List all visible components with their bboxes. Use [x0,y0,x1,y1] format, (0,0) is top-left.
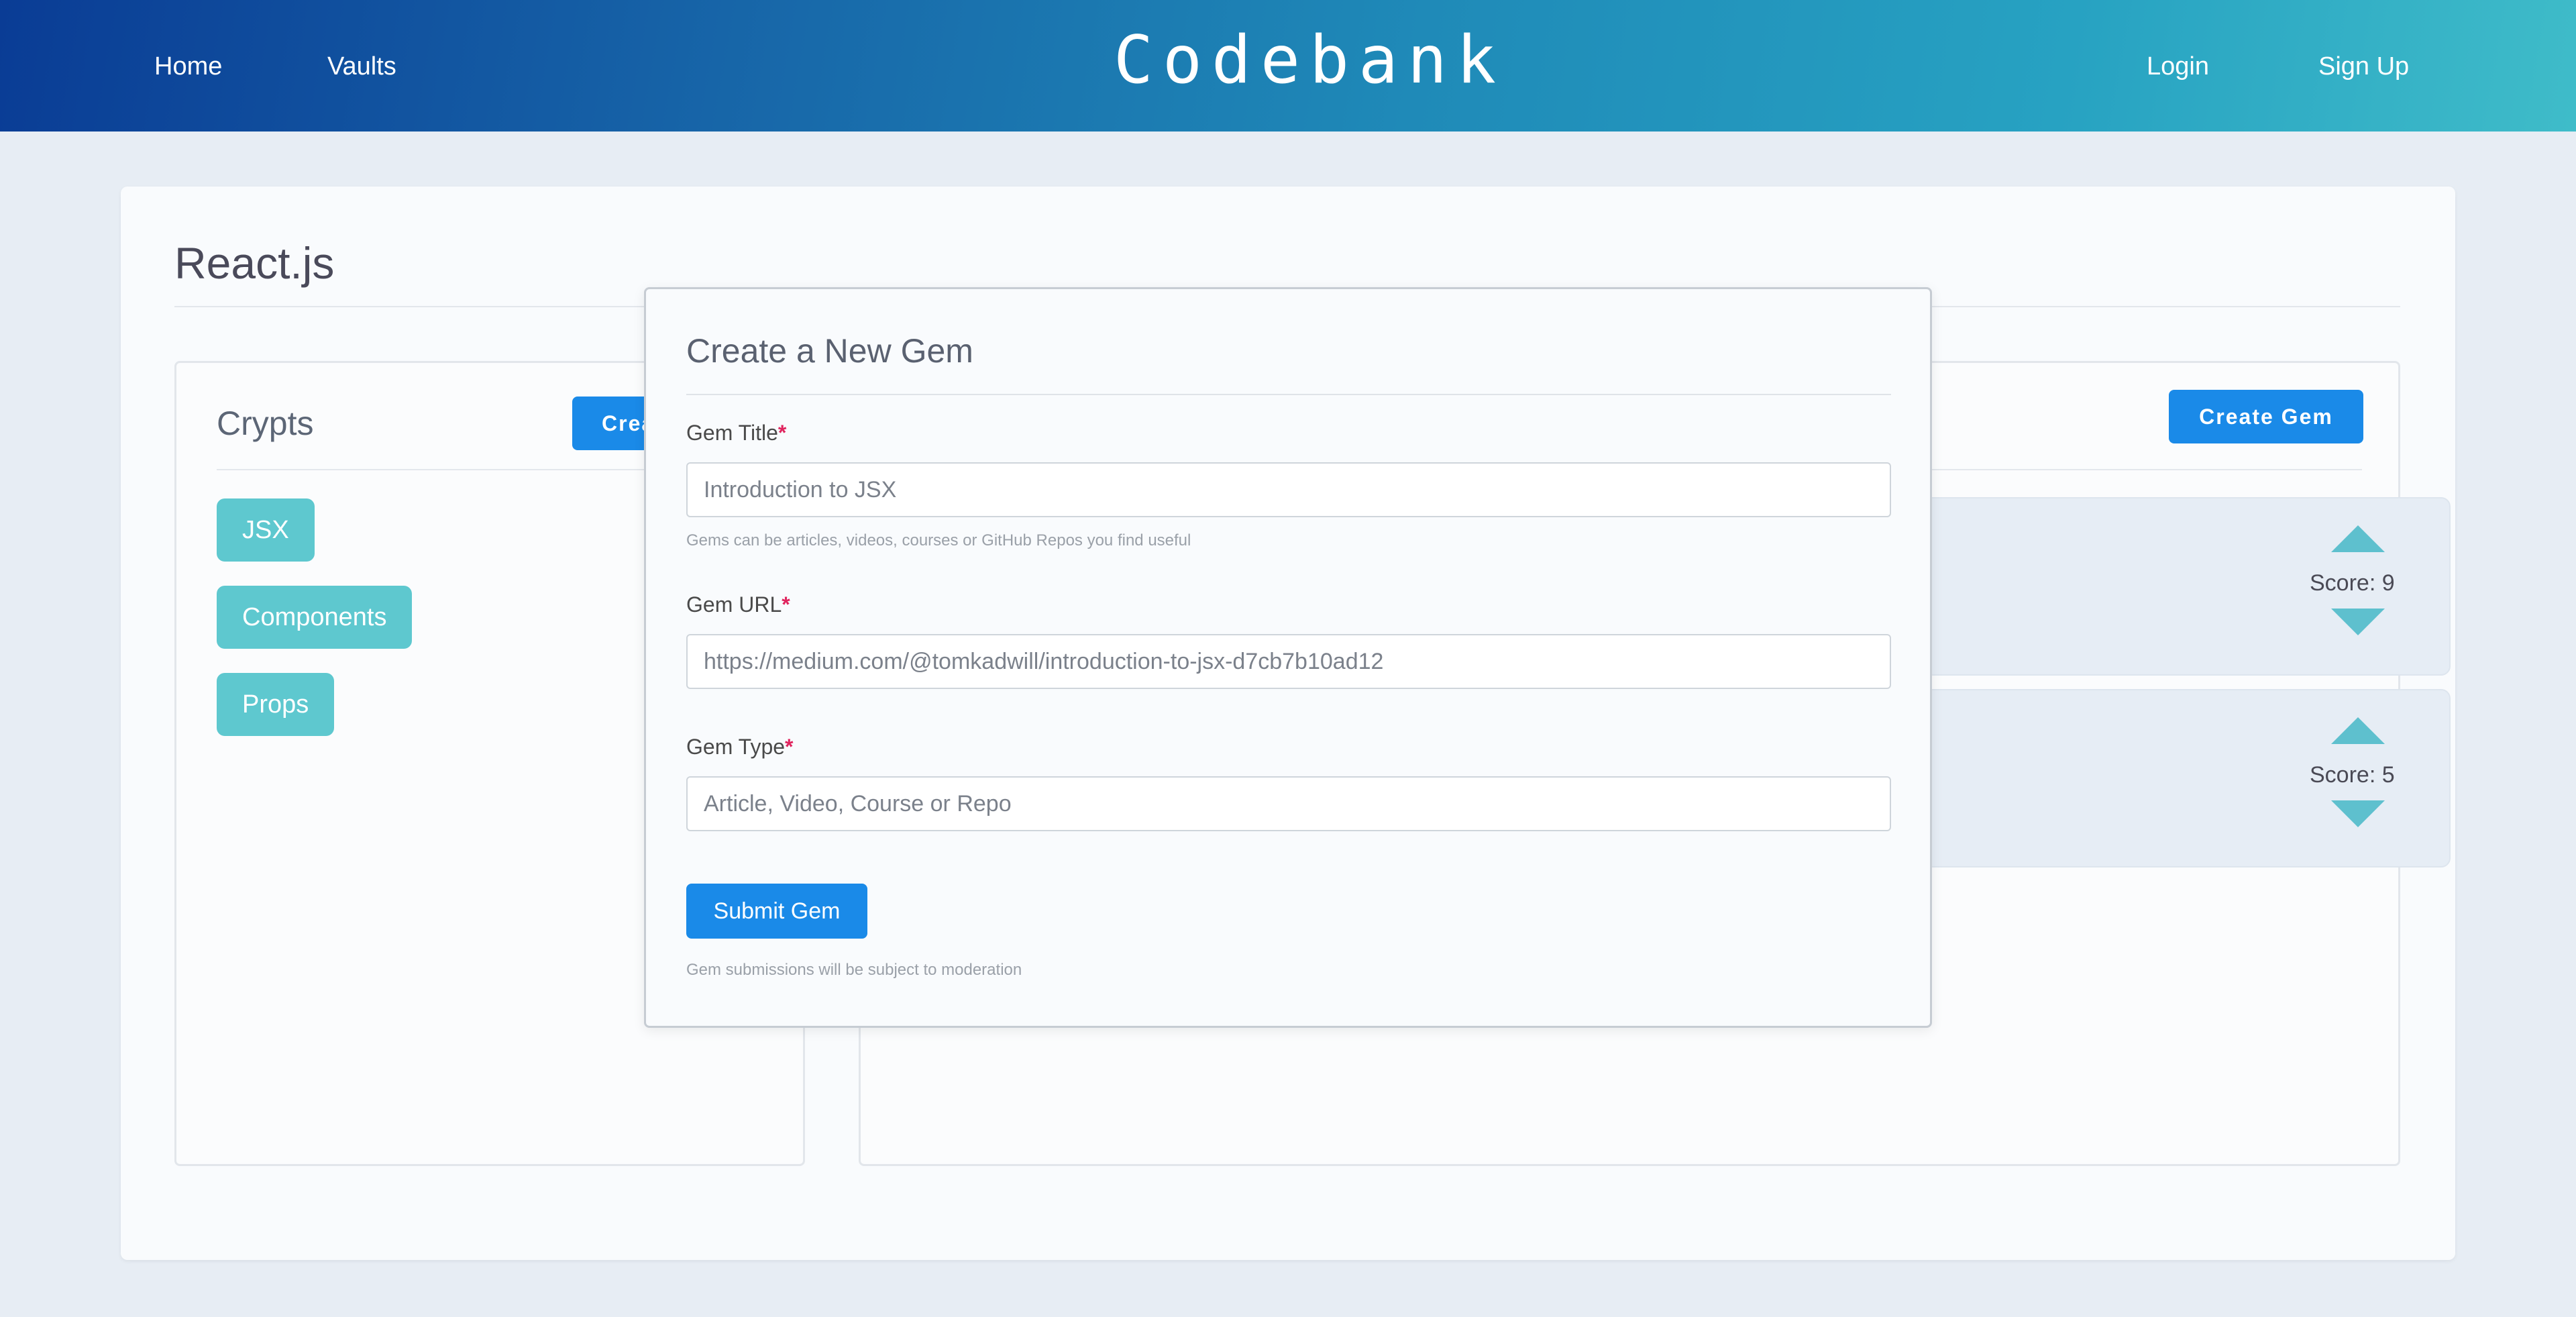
downvote-arrow-icon[interactable] [2331,800,2385,827]
create-gem-modal: Create a New Gem Gem Title* Gems can be … [644,287,1932,1028]
crypt-tag-props[interactable]: Props [217,673,335,736]
upvote-arrow-icon[interactable] [2331,525,2385,552]
top-navbar: Home Vaults Codebank Login Sign Up [0,0,2576,131]
gem-title-label-text: Gem Title [686,421,778,445]
gem-url-label: Gem URL* [686,591,790,618]
gem-type-input[interactable] [686,776,1891,831]
gem-title-input[interactable] [686,462,1891,517]
gem-url-input[interactable] [686,634,1891,689]
gem-score: Score: 9 [2310,570,2395,596]
submit-gem-button[interactable]: Submit Gem [686,884,867,939]
nav-signup-link[interactable]: Sign Up [2318,50,2409,83]
modal-divider [686,394,1891,395]
crypts-heading: Crypts [217,405,314,442]
page-title: React.js [174,238,335,288]
nav-home-link[interactable]: Home [154,50,222,83]
upvote-arrow-icon[interactable] [2331,717,2385,744]
gem-type-label: Gem Type* [686,733,793,760]
moderation-note: Gem submissions will be subject to moder… [686,961,1022,979]
nav-vaults-link[interactable]: Vaults [327,50,396,83]
required-asterisk: * [782,592,790,617]
gem-title-label: Gem Title* [686,419,786,446]
crypt-tag-jsx[interactable]: JSX [217,498,315,562]
gem-url-label-text: Gem URL [686,592,782,617]
crypt-tag-components[interactable]: Components [217,586,413,649]
gem-score: Score: 5 [2310,762,2395,788]
gem-type-label-text: Gem Type [686,735,786,759]
required-asterisk: * [785,735,794,759]
downvote-arrow-icon[interactable] [2331,609,2385,635]
required-asterisk: * [777,421,787,445]
brand-logo[interactable]: Codebank [1114,23,1496,97]
nav-login-link[interactable]: Login [2147,50,2209,83]
create-gem-button[interactable]: Create Gem [2169,390,2363,443]
modal-title: Create a New Gem [686,332,973,370]
gem-title-help: Gems can be articles, videos, courses or… [686,531,1191,549]
